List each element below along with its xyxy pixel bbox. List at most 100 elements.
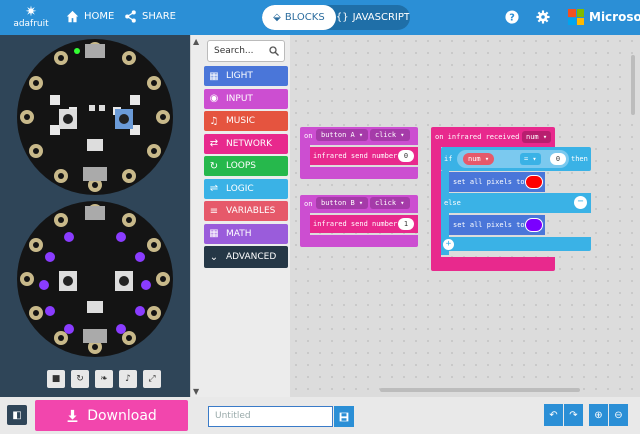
zoom-out-button[interactable]: ⊖	[609, 404, 628, 426]
event-dropdown[interactable]: click ▾	[370, 197, 410, 209]
toolbox-category-loops[interactable]: ↻ LOOPS	[204, 156, 288, 176]
makecode-app: ✷ adafruit HOME SHARE ⬙ BLOCKS {} JAVASC…	[0, 0, 640, 434]
gear-icon[interactable]	[536, 10, 550, 24]
help-icon[interactable]: ?	[505, 10, 519, 24]
speaker-icon: ♪	[125, 374, 131, 384]
add-else-icon[interactable]: +	[443, 239, 454, 250]
brand-label: adafruit	[13, 19, 49, 29]
send-value-field[interactable]: 0	[398, 150, 414, 162]
toolbox-category-light[interactable]: ▦ LIGHT	[204, 66, 288, 86]
collapse-simulator-button[interactable]: ◧	[7, 405, 27, 425]
blocks-tab[interactable]: ⬙ BLOCKS	[262, 5, 336, 30]
top-bar: ✷ adafruit HOME SHARE ⬙ BLOCKS {} JAVASC…	[0, 0, 640, 35]
shuffle-icon: ⇌	[209, 183, 219, 194]
save-button[interactable]	[334, 406, 354, 427]
download-button[interactable]: Download	[35, 400, 188, 431]
horizontal-scrollbar[interactable]	[380, 388, 580, 392]
target-icon: ◉	[209, 93, 219, 104]
color-swatch-red[interactable]	[525, 175, 543, 189]
toolbox-category-variables[interactable]: ≡ VARIABLES	[204, 201, 288, 221]
color-swatch-purple[interactable]	[525, 218, 543, 232]
collapse-icon: ◧	[12, 409, 22, 421]
button-dropdown[interactable]: button A ▾	[316, 129, 369, 141]
save-icon	[339, 412, 349, 421]
undo-icon: ↶	[549, 409, 558, 421]
search-input[interactable]: Search...	[207, 40, 285, 62]
on-button-a-block[interactable]: on button A ▾ click ▾ infrared send numb…	[300, 127, 418, 185]
share-button[interactable]: SHARE	[124, 10, 176, 23]
stop-icon: ■	[51, 374, 61, 384]
toolbox-category-music[interactable]: ♫ MUSIC	[204, 111, 288, 131]
toolbox-category-math[interactable]: ▦ MATH	[204, 223, 288, 244]
ir-send-block[interactable]: infrared send number 1	[310, 215, 418, 233]
home-button[interactable]: HOME	[66, 10, 114, 23]
refresh-icon: ↻	[209, 160, 219, 172]
set-all-pixels-block[interactable]: set all pixels to	[449, 172, 545, 192]
puzzle-icon: ⬙	[273, 12, 281, 23]
slow-mo-button[interactable]: ❧	[95, 370, 113, 388]
undo-redo-group: ↶ ↷	[544, 404, 583, 426]
project-name-input[interactable]: Untitled	[208, 406, 333, 427]
toolbox-category-advanced[interactable]: ⌄ ADVANCED	[204, 246, 288, 268]
toolbox-category-network[interactable]: ⇄ NETWORK	[204, 133, 288, 154]
editor-toggle: ⬙ BLOCKS {} JAVASCRIPT	[262, 5, 410, 30]
grid-icon: ▦	[209, 70, 219, 82]
list-icon: ≡	[209, 205, 219, 217]
variable-dropdown[interactable]: num ▾	[463, 153, 495, 165]
zoom-out-icon: ⊖	[614, 409, 623, 421]
redo-icon: ↷	[569, 409, 578, 421]
circuit-playground-board-bottom[interactable]	[17, 201, 173, 357]
toolbox: Search... ▦ LIGHT ◉ INPUT ♫ MUSIC ⇄ NETWORK ↻ LOO…	[202, 35, 290, 397]
event-dropdown[interactable]: click ▾	[370, 129, 410, 141]
panel-splitter[interactable]: ▲ ▼	[190, 35, 202, 397]
braces-icon: {}	[335, 12, 349, 23]
svg-text:?: ?	[509, 13, 515, 24]
refresh-icon: ↻	[76, 374, 84, 384]
adafruit-logo[interactable]: ✷ adafruit	[6, 5, 56, 31]
microsoft-logo[interactable]: Microsoft	[568, 9, 640, 25]
zoom-group: ⊕ ⊖	[589, 404, 628, 426]
microsoft-icon	[568, 9, 584, 25]
if-else-block[interactable]: if num ▾ = ▾ 0 then set all pixels to el…	[441, 147, 591, 265]
on-button-b-block[interactable]: on button B ▾ click ▾ infrared send numb…	[300, 195, 418, 253]
star-icon: ✷	[25, 4, 37, 20]
javascript-tab[interactable]: {} JAVASCRIPT	[336, 5, 410, 30]
undo-button[interactable]: ↶	[544, 404, 563, 426]
simulator-panel: ■ ↻ ❧ ♪ ⤢	[0, 35, 190, 397]
restart-button[interactable]: ↻	[71, 370, 89, 388]
share-icon	[125, 10, 136, 23]
operator-dropdown[interactable]: = ▾	[520, 153, 541, 165]
network-icon: ⇄	[209, 138, 219, 149]
expand-icon: ⤢	[148, 374, 156, 384]
zoom-in-icon: ⊕	[594, 409, 603, 421]
mute-button[interactable]: ♪	[119, 370, 137, 388]
scroll-down-icon[interactable]: ▼	[193, 387, 199, 396]
toolbox-category-logic[interactable]: ⇌ LOGIC	[204, 178, 288, 199]
zoom-in-button[interactable]: ⊕	[589, 404, 608, 426]
headphones-icon: ♫	[209, 115, 219, 127]
param-dropdown[interactable]: num ▾	[522, 131, 552, 143]
vertical-scrollbar[interactable]	[631, 55, 635, 115]
snail-icon: ❧	[100, 374, 108, 384]
button-dropdown[interactable]: button B ▾	[316, 197, 369, 209]
blocks-workspace[interactable]: on button A ▾ click ▾ infrared send numb…	[290, 35, 640, 397]
fullscreen-button[interactable]: ⤢	[143, 370, 161, 388]
home-label: HOME	[84, 11, 115, 22]
toolbox-category-input[interactable]: ◉ INPUT	[204, 88, 288, 109]
bottom-bar: ◧ Download Untitled ↶ ↷ ⊕ ⊖	[0, 397, 640, 434]
on-infrared-received-block[interactable]: on infrared received num ▾ if num ▾ = ▾ …	[431, 127, 596, 272]
home-icon	[66, 10, 79, 23]
compare-block[interactable]: num ▾ = ▾ 0	[457, 150, 569, 168]
chevron-down-icon: ⌄	[209, 251, 219, 263]
set-all-pixels-block[interactable]: set all pixels to	[449, 215, 545, 235]
compare-value-field[interactable]: 0	[550, 153, 566, 165]
share-label: SHARE	[142, 11, 176, 22]
remove-else-icon[interactable]: −	[574, 196, 587, 209]
ir-send-block[interactable]: infrared send number 0	[310, 147, 418, 165]
circuit-playground-board-top[interactable]	[17, 39, 173, 195]
redo-button[interactable]: ↷	[564, 404, 583, 426]
send-value-field[interactable]: 1	[398, 218, 414, 230]
stop-button[interactable]: ■	[47, 370, 65, 388]
scroll-up-icon[interactable]: ▲	[193, 37, 199, 46]
calculator-icon: ▦	[209, 228, 219, 239]
